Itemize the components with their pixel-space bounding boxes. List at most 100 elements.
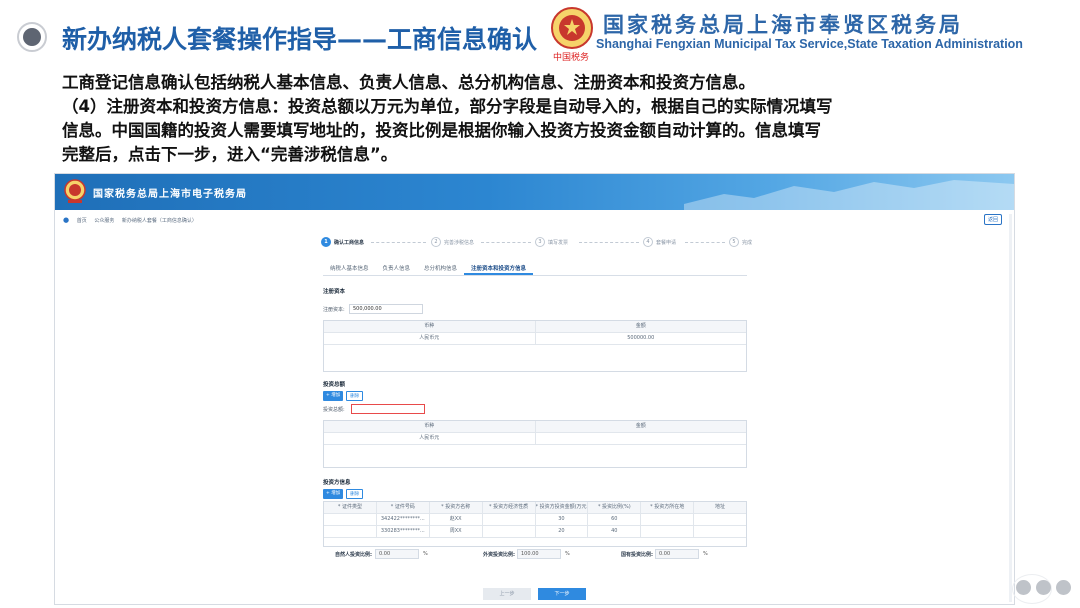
- table-cell[interactable]: 330283********...: [377, 526, 430, 537]
- portal-screenshot: 国家税务总局上海市电子税务局 ● 首页 公众服务 新办纳税人套餐（工商信息确认）…: [54, 173, 1015, 605]
- capital-label: 注册资本:: [323, 307, 345, 313]
- table-cell[interactable]: [641, 514, 695, 525]
- table-header-cell: * 证件号码: [377, 502, 430, 513]
- table-row[interactable]: 330283********... 周XX 20 40: [324, 526, 746, 538]
- breadcrumb-current: 新办纳税人套餐（工商信息确认）: [121, 218, 197, 224]
- investor-section-title: 投资方信息: [323, 480, 351, 486]
- table-header-cell: 币种: [324, 421, 536, 432]
- table-cell[interactable]: [324, 514, 377, 525]
- add-investment-button[interactable]: + 增加: [323, 391, 344, 401]
- step-4: 4 套餐申请: [643, 237, 676, 247]
- delete-investment-button[interactable]: 删除: [346, 391, 364, 401]
- table-row: 人民币元 500000.00: [324, 333, 746, 345]
- table-header-cell: * 投资比例(%): [588, 502, 642, 513]
- table-cell[interactable]: [641, 526, 695, 537]
- investment-section-title: 投资总额: [323, 382, 346, 388]
- table-cell[interactable]: 342422********...: [377, 514, 430, 525]
- table-header-row: 币种 金额: [324, 421, 746, 433]
- state-ratio-value: 0.00: [655, 549, 699, 559]
- slide-title: 新办纳税人套餐操作指导——工商信息确认: [62, 25, 538, 54]
- foreign-ratio-label: 外资投资比例:: [483, 552, 516, 558]
- table-header-row: 币种 金额: [324, 321, 746, 333]
- slide-bullet-icon: [17, 22, 47, 52]
- table-cell: 500000.00: [627, 335, 655, 341]
- tax-emblem-icon: [551, 7, 593, 49]
- breadcrumb-public[interactable]: 公众服务: [94, 218, 114, 224]
- table-header-row: * 证件类型 * 证件号码 * 投资方名称 * 投资方经济性质 * 投资方投资金…: [324, 502, 746, 514]
- description-line: 信息。中国国籍的投资人需要填写地址的，投资比例是根据你输入投资方投资金额自动计算…: [62, 121, 821, 140]
- table-header-cell: 地址: [715, 504, 726, 510]
- table-header-cell: * 投资方名称: [430, 502, 483, 513]
- breadcrumb-home[interactable]: 首页: [77, 218, 87, 224]
- table-cell: [536, 433, 747, 444]
- description-line: 完整后，点击下一步，进入“完善涉税信息”。: [62, 145, 398, 164]
- emblem-signature: 中国税务: [553, 53, 590, 63]
- table-cell: 人民币元: [324, 433, 536, 444]
- table-header-cell: * 证件类型: [324, 502, 377, 513]
- tab-branch-info[interactable]: 总分机构信息: [417, 262, 464, 275]
- dot-icon: [1056, 580, 1071, 595]
- table-header-cell: 金额: [635, 423, 646, 429]
- table-cell[interactable]: 赵XX: [430, 514, 483, 525]
- dot-icon: [1036, 580, 1051, 595]
- capital-section-title: 注册资本: [323, 289, 346, 295]
- table-cell[interactable]: 周XX: [430, 526, 483, 537]
- ratio-unit: %: [565, 551, 570, 557]
- next-step-button[interactable]: 下一步: [538, 588, 586, 600]
- tab-capital-investor[interactable]: 注册资本和投资方信息: [464, 262, 534, 275]
- investment-table: 币种 金额 人民币元: [323, 420, 747, 468]
- slide-decoration: [1012, 574, 1078, 604]
- table-cell[interactable]: 30: [536, 514, 589, 525]
- table-header-cell: * 投资方投资金额(万元): [536, 502, 589, 513]
- table-cell[interactable]: 20: [536, 526, 589, 537]
- table-cell[interactable]: [324, 526, 377, 537]
- table-header-cell: * 投资方所在地: [641, 502, 695, 513]
- investment-label: 投资总额:: [323, 407, 345, 413]
- description-text: 工商登记信息确认包括纳税人基本信息、负责人信息、总分机构信息、注册资本和投资方信…: [62, 71, 1022, 167]
- table-cell[interactable]: [483, 514, 536, 525]
- ratio-unit: %: [703, 551, 708, 557]
- table-cell[interactable]: [694, 526, 746, 537]
- step-3: 3 填写发票: [535, 237, 568, 247]
- investor-table: * 证件类型 * 证件号码 * 投资方名称 * 投资方经济性质 * 投资方投资金…: [323, 501, 747, 547]
- add-investor-button[interactable]: + 增加: [323, 489, 344, 499]
- portal-emblem-icon: [64, 179, 86, 203]
- step-2: 2 完善涉税信息: [431, 237, 474, 247]
- table-cell[interactable]: [694, 514, 746, 525]
- great-wall-decoration: [684, 180, 1014, 210]
- table-row[interactable]: 342422********... 赵XX 30 60: [324, 514, 746, 526]
- prev-step-button[interactable]: 上一步: [483, 588, 531, 600]
- org-name-cn: 国家税务总局上海市奉贤区税务局: [603, 13, 963, 37]
- table-header-cell: 金额: [635, 323, 646, 329]
- investor-toolbar: + 增加 删除: [323, 489, 364, 499]
- foreign-ratio-value: 100.00: [517, 549, 561, 559]
- natural-person-ratio-label: 自然人投资比例:: [335, 552, 373, 558]
- step-5: 5 完成: [729, 237, 752, 247]
- info-tabs: 纳税人基本信息 负责人信息 总分机构信息 注册资本和投资方信息: [323, 262, 747, 276]
- capital-table: 币种 金额 人民币元 500000.00: [323, 320, 747, 372]
- table-header-cell: * 投资方经济性质: [483, 502, 536, 513]
- portal-title: 国家税务总局上海市电子税务局: [93, 189, 247, 200]
- state-ratio-label: 国有投资比例:: [621, 552, 654, 558]
- investment-toolbar: + 增加 删除: [323, 391, 364, 401]
- table-cell: 60: [588, 514, 642, 525]
- table-cell: 人民币元: [324, 333, 536, 344]
- table-row: 人民币元: [324, 433, 746, 445]
- breadcrumb: ● 首页 公众服务 新办纳税人套餐（工商信息确认）: [63, 216, 203, 224]
- dot-icon: [1016, 580, 1031, 595]
- scrollbar[interactable]: [1009, 214, 1012, 602]
- org-name-en: Shanghai Fengxian Municipal Tax Service,…: [596, 37, 1023, 51]
- delete-investor-button[interactable]: 删除: [346, 489, 364, 499]
- description-line: 工商登记信息确认包括纳税人基本信息、负责人信息、总分机构信息、注册资本和投资方信…: [62, 73, 755, 92]
- back-button[interactable]: 返回: [983, 214, 1002, 225]
- progress-stepper: 1 确认工商信息 2 完善涉税信息 3 填写发票 4 套餐申请 5 完成: [321, 237, 761, 251]
- tab-basic-info[interactable]: 纳税人基本信息: [323, 262, 376, 275]
- capital-input[interactable]: 500,000.00: [349, 304, 423, 314]
- description-line: （4）注册资本和投资方信息：投资总额以万元为单位，部分字段是自动导入的，根据自己…: [62, 97, 833, 116]
- table-cell[interactable]: [483, 526, 536, 537]
- natural-person-ratio-value: 0.00: [375, 549, 419, 559]
- location-pin-icon: ●: [63, 216, 70, 224]
- table-header-cell: 币种: [324, 321, 536, 332]
- investment-input[interactable]: [351, 404, 425, 414]
- tab-responsible-person[interactable]: 负责人信息: [376, 262, 418, 275]
